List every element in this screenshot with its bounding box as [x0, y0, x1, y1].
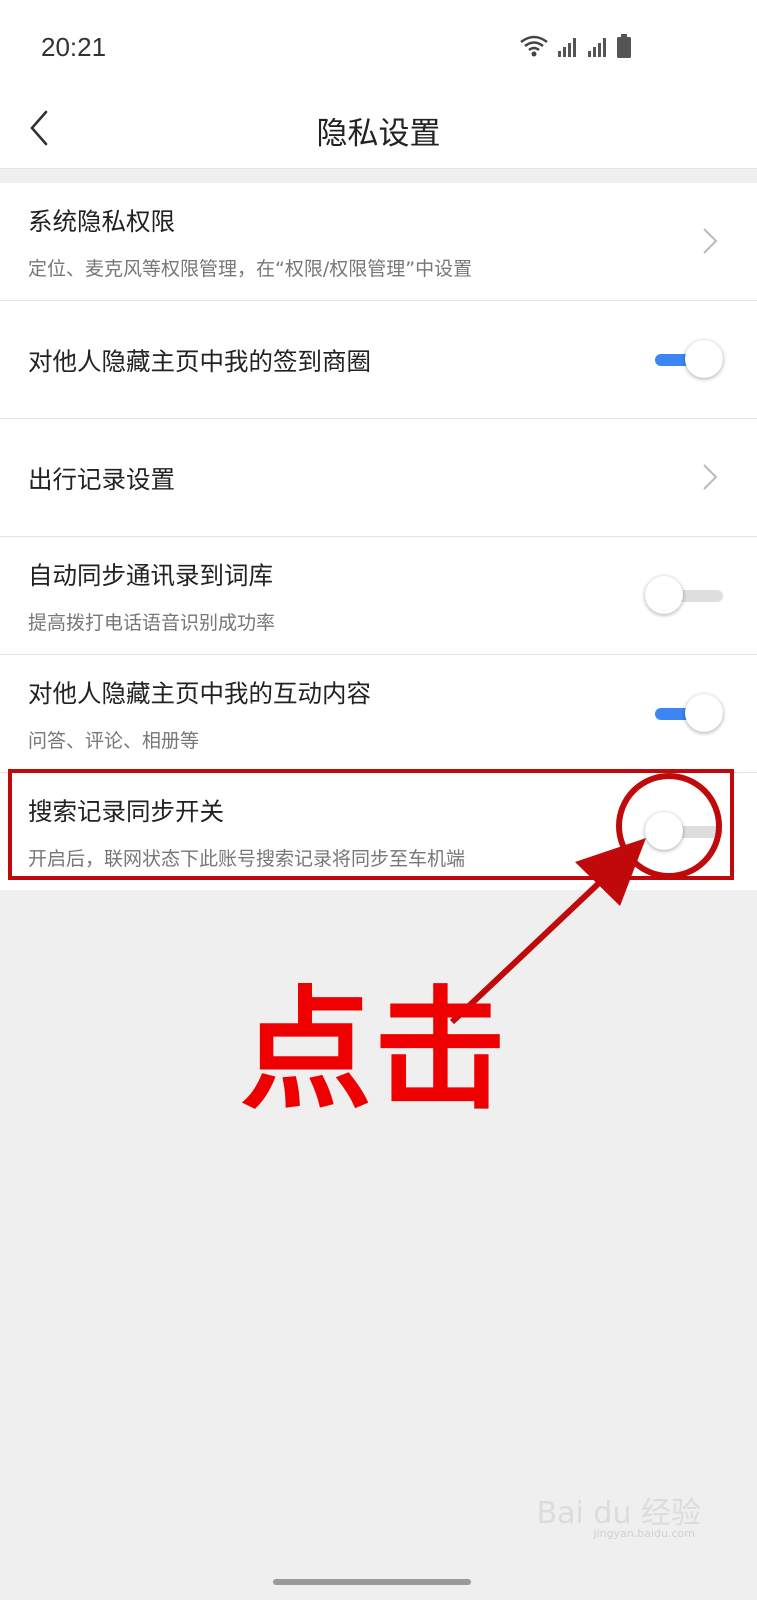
click-annotation: 点击	[240, 974, 508, 1128]
watermark-logo: Bai du 经验	[536, 1496, 701, 1531]
home-indicator[interactable]	[273, 1579, 471, 1585]
watermark-url: jingyan.baidu.com	[593, 1527, 695, 1540]
annotation-overlay	[449, 773, 722, 1025]
